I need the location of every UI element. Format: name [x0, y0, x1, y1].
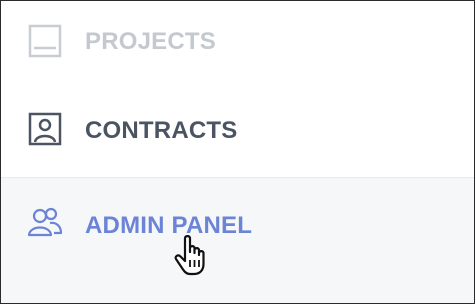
- menu-item-projects[interactable]: PROJECTS: [1, 1, 474, 79]
- contract-user-icon: [25, 111, 65, 147]
- menu-item-label: ADMIN PANEL: [85, 212, 253, 239]
- menu-item-label: CONTRACTS: [85, 117, 238, 144]
- hand-pointer-icon: [173, 234, 213, 278]
- navigation-menu: PROJECTS CONTRACTS ADMIN PANEL: [0, 0, 475, 304]
- users-icon: [25, 204, 65, 240]
- monitor-icon: [25, 23, 65, 59]
- menu-item-admin-panel[interactable]: ADMIN PANEL: [1, 178, 474, 303]
- menu-item-label: PROJECTS: [85, 28, 216, 55]
- menu-item-contracts[interactable]: CONTRACTS: [1, 79, 474, 178]
